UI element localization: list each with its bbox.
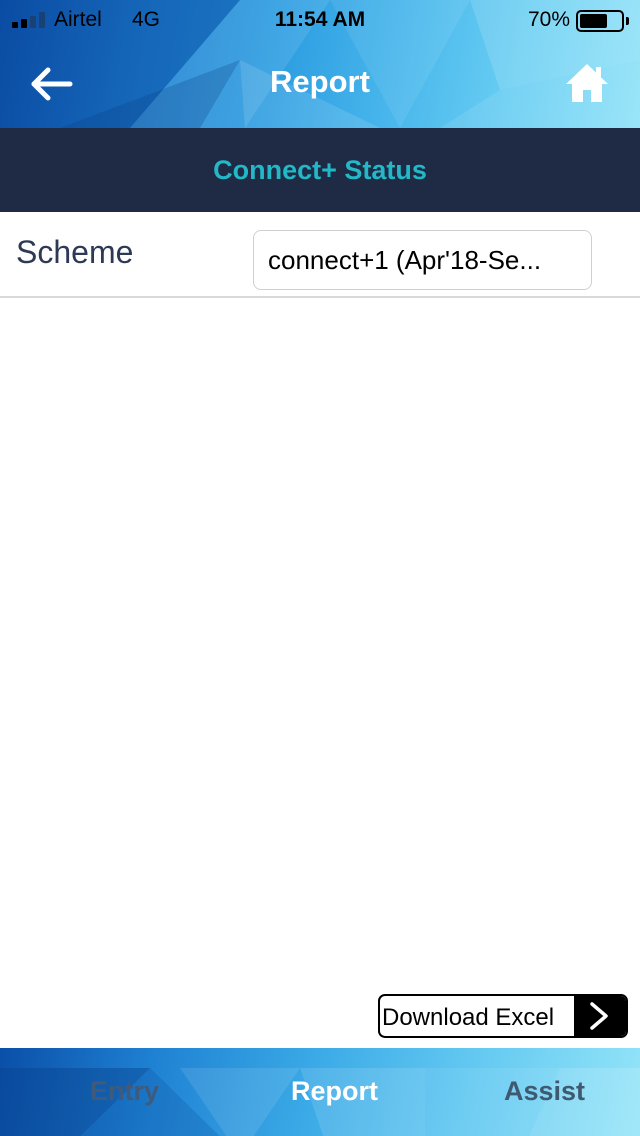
tab-assist[interactable]: Assist [438,1076,640,1107]
battery-percentage: 70% [527,8,570,31]
home-icon [566,64,608,102]
battery-level [580,14,607,28]
status-bar: Airtel 4G 11:54 AM 70% [0,0,640,40]
section-title: Connect+ Status [213,155,427,185]
download-arrow-box [574,996,626,1036]
top-header: Airtel 4G 11:54 AM 70% Report [0,0,640,128]
scheme-label: Scheme [16,234,134,270]
page-title: Report [270,64,370,99]
tab-report[interactable]: Report [228,1076,441,1107]
section-header: Connect+ Status [0,128,640,212]
battery-tip [626,17,629,25]
battery-icon [576,10,624,32]
download-excel-label: Download Excel [382,1004,555,1031]
chevron-right-icon [590,1002,608,1030]
nav-bar: Report [0,40,640,128]
home-button[interactable] [564,62,610,104]
bottom-tab-bar: Entry Report Assist [0,1048,640,1136]
tab-entry[interactable]: Entry [18,1076,231,1107]
scheme-row: Scheme connect+1 (Apr'18-Se... [0,212,640,298]
download-excel-button[interactable]: Download Excel [378,994,628,1038]
scheme-dropdown[interactable]: connect+1 (Apr'18-Se... [253,230,592,290]
